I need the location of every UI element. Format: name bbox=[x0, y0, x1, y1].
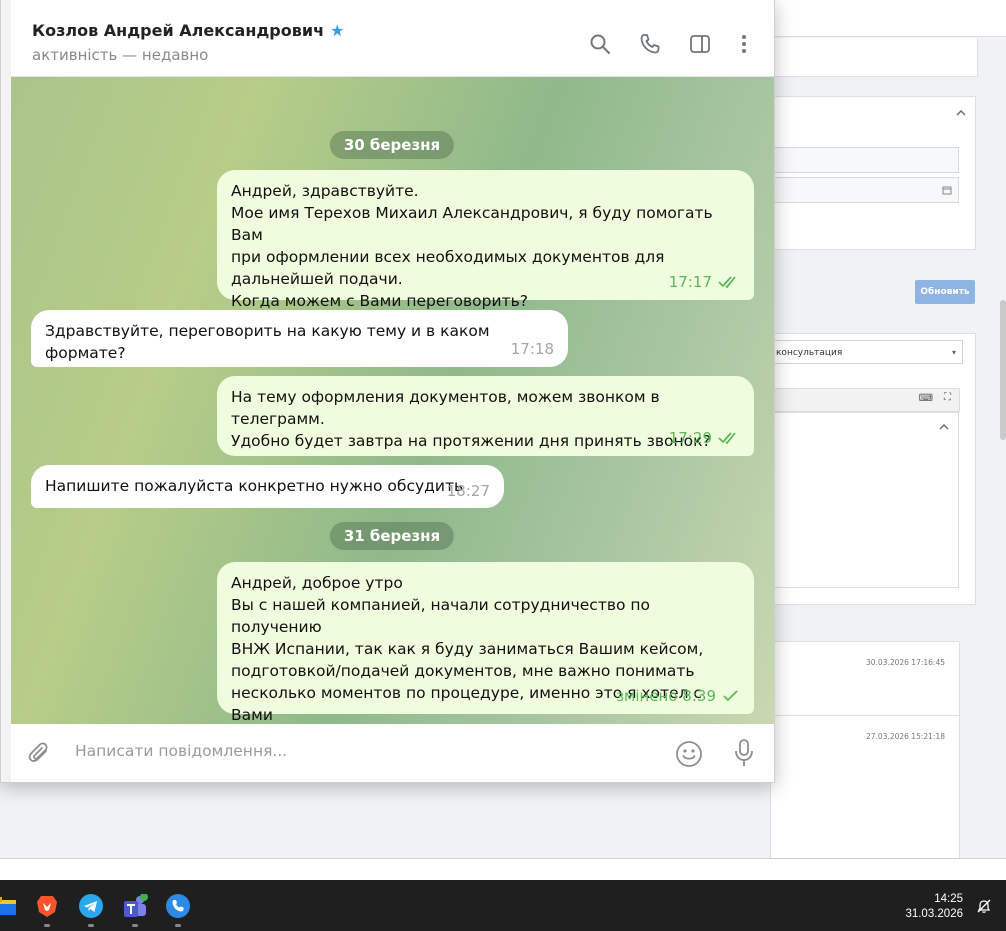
editor-area[interactable] bbox=[771, 412, 959, 588]
single-check-icon bbox=[723, 690, 738, 702]
message-meta: 17:18 bbox=[511, 338, 554, 360]
running-indicator bbox=[175, 924, 181, 927]
background-bottom-bar bbox=[0, 858, 1006, 880]
background-scrollbar[interactable] bbox=[1000, 300, 1006, 440]
running-indicator bbox=[44, 924, 50, 927]
date-separator: 31 березня bbox=[329, 522, 455, 550]
running-indicator bbox=[132, 924, 138, 927]
telegram-icon[interactable] bbox=[79, 894, 103, 918]
message-text: Андрей, здравствуйте. Мое имя Терехов Ми… bbox=[231, 182, 713, 310]
outgoing-message[interactable]: Андрей, доброе утро Вы с нашей компанией… bbox=[217, 562, 754, 724]
telegram-window: Козлов Андрей Александрович ★ активність … bbox=[0, 0, 775, 783]
double-check-icon bbox=[718, 432, 736, 445]
chevron-up-icon[interactable] bbox=[955, 107, 967, 119]
date-separator: 30 березня bbox=[329, 131, 455, 159]
brave-icon[interactable] bbox=[35, 894, 59, 918]
chat-header: Козлов Андрей Александрович ★ активність … bbox=[11, 10, 774, 77]
history-entry-1: 30.03.2026 17:16:45 bbox=[770, 641, 960, 717]
background-input-1[interactable] bbox=[771, 147, 959, 173]
star-icon: ★ bbox=[330, 21, 345, 40]
double-check-icon bbox=[718, 276, 736, 289]
history-timestamp-1: 30.03.2026 17:16:45 bbox=[865, 658, 945, 667]
running-indicator bbox=[88, 924, 94, 927]
chat-name-text: Козлов Андрей Александрович bbox=[32, 21, 325, 40]
background-form-card bbox=[770, 96, 976, 250]
sidebar-toggle-icon[interactable] bbox=[688, 32, 712, 56]
background-card-top bbox=[770, 38, 978, 77]
search-icon[interactable] bbox=[588, 32, 612, 56]
system-clock[interactable]: 14:25 31.03.2026 bbox=[905, 892, 963, 922]
message-time: 18:27 bbox=[446, 482, 490, 500]
incoming-message[interactable]: Здравствуйте, переговорить на какую тему… bbox=[31, 310, 568, 367]
calendar-icon bbox=[942, 186, 952, 195]
message-text: Напишите пожалуйста конкретно нужно обсу… bbox=[45, 477, 464, 495]
message-text: На тему оформления документов, можем зво… bbox=[231, 388, 711, 450]
outgoing-message[interactable]: На тему оформления документов, можем зво… bbox=[217, 376, 754, 456]
background-date-input[interactable] bbox=[771, 177, 959, 203]
more-vertical-icon[interactable] bbox=[732, 32, 756, 56]
message-time: 17:29 bbox=[668, 429, 712, 447]
message-meta: 18:27 bbox=[447, 480, 490, 502]
editor-toolbar: ⌨ ⛶ bbox=[771, 388, 960, 412]
chat-title[interactable]: Козлов Андрей Александрович ★ bbox=[32, 21, 344, 40]
message-meta: змінено 8:39 bbox=[616, 685, 740, 707]
attach-icon[interactable] bbox=[27, 740, 53, 766]
background-editor-card: консультация ▾ ⌨ ⛶ bbox=[770, 333, 976, 605]
keyboard-icon[interactable]: ⌨ bbox=[919, 393, 933, 404]
message-time: змінено 8:39 bbox=[616, 687, 716, 705]
update-button[interactable]: Обновить bbox=[915, 280, 975, 304]
message-meta: 17:17 bbox=[669, 271, 740, 293]
message-input[interactable]: Написати повідомлення... bbox=[75, 742, 287, 760]
clock-date: 31.03.2026 bbox=[905, 908, 963, 920]
phone-icon[interactable] bbox=[638, 32, 662, 56]
clock-time: 14:25 bbox=[934, 893, 963, 905]
emoji-icon[interactable] bbox=[675, 740, 703, 768]
consultation-select[interactable]: консультация ▾ bbox=[771, 340, 963, 364]
taskbar: 14:25 31.03.2026 bbox=[0, 880, 1006, 931]
message-time: 17:17 bbox=[668, 273, 712, 291]
history-entry-2: 27.03.2026 15:21:18 bbox=[770, 715, 960, 860]
fullscreen-icon[interactable]: ⛶ bbox=[944, 392, 951, 403]
message-composer: Написати повідомлення... bbox=[11, 724, 774, 782]
outgoing-message[interactable]: Андрей, здравствуйте. Мое имя Терехов Ми… bbox=[217, 170, 754, 310]
viber-icon[interactable] bbox=[166, 894, 190, 918]
consultation-select-value: консультация bbox=[776, 348, 843, 358]
background-topbar bbox=[770, 0, 1006, 37]
select-caret-icon: ▾ bbox=[951, 348, 956, 357]
chevron-up-icon[interactable] bbox=[938, 421, 950, 433]
chat-status: активність — недавно bbox=[32, 46, 209, 64]
history-timestamp-2: 27.03.2026 15:21:18 bbox=[865, 732, 945, 741]
chat-list-edge bbox=[1, 0, 11, 782]
message-list[interactable]: 30 березня Андрей, здравствуйте. Мое имя… bbox=[11, 77, 774, 724]
file-explorer-icon[interactable] bbox=[0, 894, 16, 918]
message-text: Здравствуйте, переговорить на какую тему… bbox=[45, 322, 490, 362]
teams-icon[interactable] bbox=[122, 893, 148, 918]
incoming-message[interactable]: Напишите пожалуйста конкретно нужно обсу… bbox=[31, 465, 504, 508]
notification-bell-icon[interactable] bbox=[976, 898, 992, 914]
message-time: 17:18 bbox=[510, 340, 554, 358]
message-meta: 17:29 bbox=[669, 427, 740, 449]
microphone-icon[interactable] bbox=[733, 738, 755, 768]
